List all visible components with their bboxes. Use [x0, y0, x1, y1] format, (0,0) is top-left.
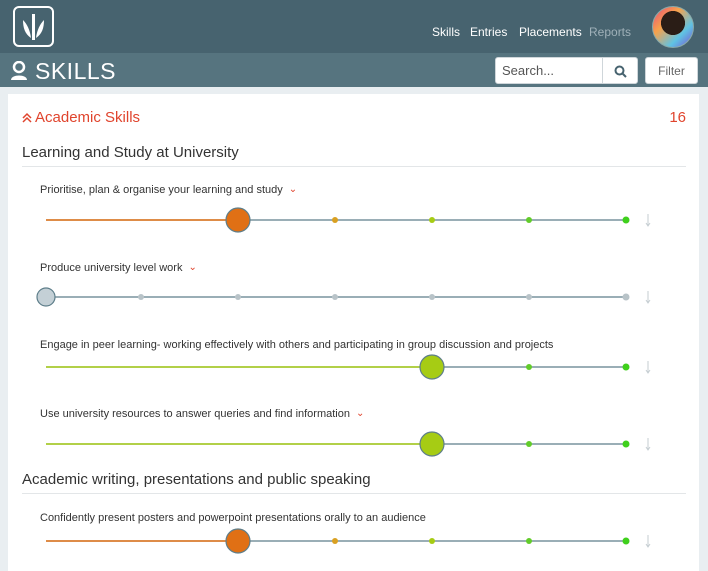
- skill-sliders: [36, 207, 651, 554]
- skill-slider[interactable]: [46, 431, 651, 457]
- slider-step-dot[interactable]: [526, 364, 532, 370]
- slider-handle[interactable]: [36, 287, 56, 307]
- slider-handle[interactable]: [225, 207, 251, 233]
- slider-step-dot[interactable]: [429, 294, 435, 300]
- slider-step-dot[interactable]: [332, 538, 338, 544]
- skill-slider[interactable]: [36, 287, 651, 307]
- slider-step-dot[interactable]: [622, 293, 630, 301]
- slider-step-dot[interactable]: [622, 216, 630, 224]
- slider-step-dot[interactable]: [429, 217, 435, 223]
- skill-slider[interactable]: [46, 528, 651, 554]
- slider-step-dot[interactable]: [526, 538, 532, 544]
- slider-step-dot[interactable]: [332, 294, 338, 300]
- slider-step-dot[interactable]: [622, 537, 630, 545]
- slider-step-dot[interactable]: [138, 294, 144, 300]
- slider-step-dot[interactable]: [526, 441, 532, 447]
- skill-slider[interactable]: [46, 207, 651, 233]
- skill-slider[interactable]: [46, 354, 651, 380]
- slider-step-dot[interactable]: [235, 294, 241, 300]
- slider-step-dot[interactable]: [429, 538, 435, 544]
- slider-handle[interactable]: [225, 528, 251, 554]
- slider-step-dot[interactable]: [526, 294, 532, 300]
- slider-step-dot[interactable]: [622, 440, 630, 448]
- slider-step-dot[interactable]: [332, 217, 338, 223]
- slider-handle[interactable]: [419, 431, 445, 457]
- slider-handle[interactable]: [419, 354, 445, 380]
- slider-step-dot[interactable]: [526, 217, 532, 223]
- slider-step-dot[interactable]: [622, 363, 630, 371]
